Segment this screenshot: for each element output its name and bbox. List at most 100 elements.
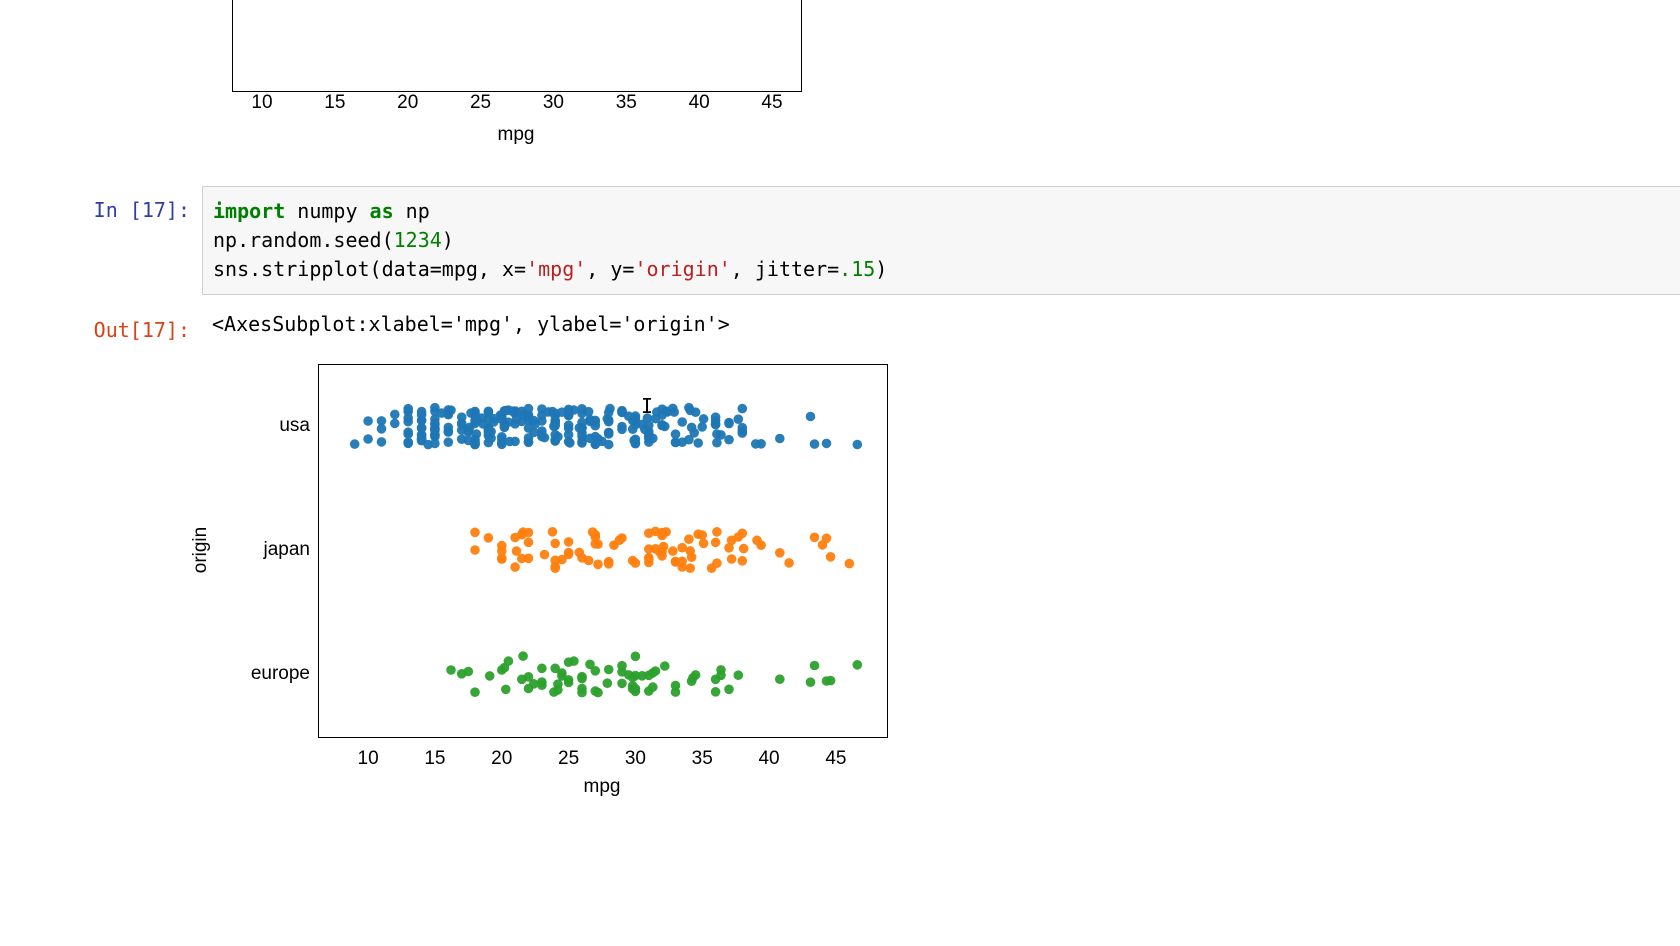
- data-point: [699, 414, 709, 424]
- data-point: [524, 412, 534, 422]
- code-token: , y=: [586, 257, 634, 281]
- chart-xlabel: mpg: [318, 776, 886, 798]
- data-point: [510, 562, 520, 572]
- prev-xtick: 45: [761, 92, 782, 114]
- data-point: [540, 433, 550, 443]
- data-point: [591, 532, 601, 542]
- data-point: [472, 414, 482, 424]
- code-token: 'origin': [634, 257, 730, 281]
- data-point: [628, 424, 638, 434]
- data-point: [711, 538, 721, 548]
- ytick-label: japan: [0, 539, 310, 561]
- output-repr-text: <AxesSubplot:xlabel='mpg', ylabel='origi…: [212, 312, 730, 336]
- data-point: [845, 559, 855, 569]
- code-token: .15: [839, 257, 875, 281]
- code-token: sns.stripplot(data=mpg, x=: [213, 257, 526, 281]
- data-point: [544, 407, 554, 417]
- data-point: [465, 423, 475, 433]
- data-point: [648, 682, 658, 692]
- data-point: [564, 537, 574, 547]
- data-point: [648, 668, 658, 678]
- output-prompt: Out[17]:: [0, 306, 190, 342]
- data-point: [810, 533, 820, 543]
- data-point: [569, 405, 579, 415]
- data-point: [629, 436, 639, 446]
- data-point: [738, 529, 748, 539]
- data-point: [617, 407, 627, 417]
- xtick-label: 25: [558, 748, 579, 770]
- prev-output-axes: [232, 0, 802, 92]
- data-point: [604, 428, 614, 438]
- data-point: [430, 432, 440, 442]
- data-point: [669, 407, 679, 417]
- data-point: [524, 538, 534, 548]
- data-point: [810, 439, 820, 449]
- data-point: [524, 437, 534, 447]
- data-point: [631, 558, 641, 568]
- data-point: [565, 438, 575, 448]
- data-point: [363, 416, 373, 426]
- data-point: [668, 546, 678, 556]
- prev-xtick: 20: [397, 92, 418, 114]
- xtick-label: 30: [625, 748, 646, 770]
- code-token: , jitter=: [731, 257, 839, 281]
- code-token: import: [213, 199, 285, 223]
- data-point: [734, 414, 744, 424]
- data-point: [591, 432, 601, 442]
- data-point: [444, 427, 454, 437]
- data-point: [350, 439, 360, 449]
- data-point: [604, 559, 614, 569]
- data-point: [457, 669, 467, 679]
- data-point: [628, 684, 638, 694]
- data-point: [585, 415, 595, 425]
- data-point: [712, 527, 722, 537]
- data-point: [577, 684, 587, 694]
- data-point: [738, 423, 748, 433]
- xtick-label: 15: [424, 748, 445, 770]
- data-point: [697, 422, 707, 432]
- stripplot-svg: [318, 364, 886, 736]
- data-point: [699, 539, 709, 549]
- data-point: [470, 545, 480, 555]
- data-point: [604, 665, 614, 675]
- data-point: [484, 533, 494, 543]
- data-point: [617, 661, 627, 671]
- code-input[interactable]: import numpy as np np.random.seed(1234) …: [202, 186, 1680, 295]
- prev-xtick: 15: [324, 92, 345, 114]
- data-point: [430, 418, 440, 428]
- data-point: [500, 663, 510, 673]
- data-point: [693, 438, 703, 448]
- data-point: [417, 407, 427, 417]
- data-point: [826, 676, 836, 686]
- prev-output-xlabel: mpg: [232, 124, 800, 146]
- data-point: [403, 427, 413, 437]
- data-point: [724, 543, 734, 553]
- data-point: [775, 674, 785, 684]
- data-point: [403, 404, 413, 414]
- data-point: [716, 430, 726, 440]
- data-point: [775, 548, 785, 558]
- data-point: [818, 540, 828, 550]
- xtick-label: 20: [491, 748, 512, 770]
- code-token: np: [394, 199, 430, 223]
- data-point: [853, 440, 863, 450]
- data-point: [377, 416, 387, 426]
- xtick-label: 35: [692, 748, 713, 770]
- prev-xtick: 40: [689, 92, 710, 114]
- xtick-label: 40: [758, 748, 779, 770]
- code-token: as: [370, 199, 394, 223]
- data-point: [684, 534, 694, 544]
- data-point: [711, 687, 721, 697]
- data-point: [739, 544, 749, 554]
- data-point: [687, 552, 697, 562]
- data-point: [671, 681, 681, 691]
- prev-xtick: 10: [251, 92, 272, 114]
- data-point: [751, 439, 761, 449]
- code-token: 1234: [394, 228, 442, 252]
- data-point: [423, 440, 433, 450]
- data-point: [510, 533, 520, 543]
- data-point: [724, 418, 734, 428]
- data-point: [548, 527, 558, 537]
- data-point: [806, 677, 816, 687]
- data-point: [470, 687, 480, 697]
